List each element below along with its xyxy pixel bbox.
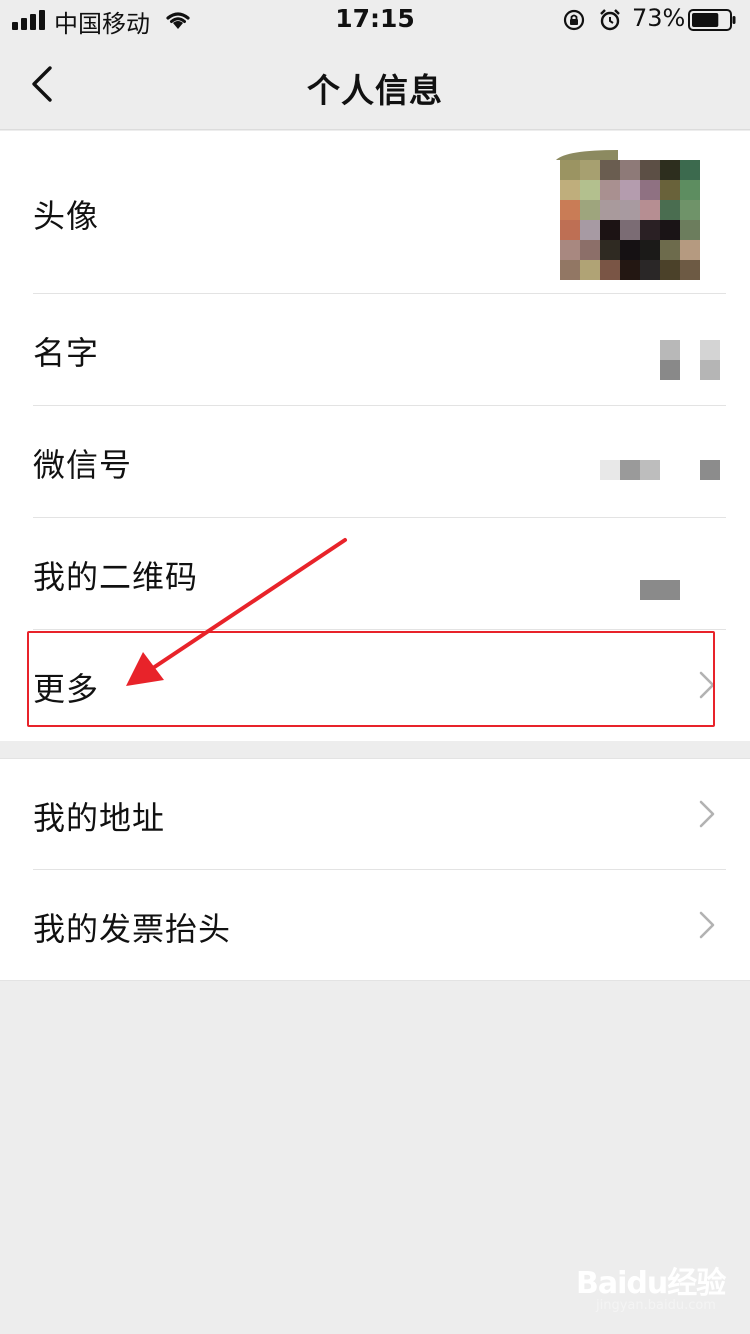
avatar-pixel: [680, 240, 700, 260]
list-item-label: 我的地址: [33, 799, 166, 837]
avatar-pixel: [560, 160, 580, 180]
avatar-pixel: [680, 160, 700, 180]
avatar-pixel: [680, 180, 700, 200]
list-item-label: 我的二维码: [33, 558, 199, 596]
battery-icon: [688, 9, 736, 31]
alarm-icon: [600, 9, 620, 31]
avatar-pixel: [580, 260, 600, 280]
avatar-pixel: [680, 260, 700, 280]
avatar-pixel: [660, 200, 680, 220]
avatar-pixel: [620, 160, 640, 180]
avatar-pixel: [680, 220, 700, 240]
list-item-invoice-title[interactable]: 我的发票抬头: [0, 870, 750, 981]
avatar-pixel: [640, 160, 660, 180]
list-item-label: 我的发票抬头: [33, 910, 232, 948]
list-item-qr-code[interactable]: 我的二维码: [0, 518, 750, 630]
avatar-pixel: [640, 240, 660, 260]
avatar-pixel: [680, 200, 700, 220]
redacted-qr-code-icon: [640, 580, 680, 600]
avatar-pixel: [560, 260, 580, 280]
avatar-pixel: [600, 180, 620, 200]
address-group: 我的地址 我的发票抬头: [0, 758, 750, 981]
avatar-pixel: [600, 200, 620, 220]
highlight-box: [27, 631, 715, 727]
avatar-pixel: [560, 240, 580, 260]
watermark-url: jingyan.baidu.com: [596, 1298, 716, 1313]
page-title: 个人信息: [307, 71, 443, 110]
avatar-pixel: [620, 240, 640, 260]
avatar-pixel: [580, 180, 600, 200]
nav-bar: 个人信息: [0, 40, 750, 130]
avatar-pixel: [580, 200, 600, 220]
avatar-pixel: [560, 180, 580, 200]
list-item-label: 名字: [33, 334, 100, 372]
rotation-lock-icon: [563, 9, 585, 31]
status-bar: 中国移动 17:15 73%: [0, 0, 750, 40]
avatar-pixel: [660, 240, 680, 260]
avatar-pixel: [640, 180, 660, 200]
avatar-pixel: [660, 180, 680, 200]
chevron-right-icon: [699, 800, 715, 828]
avatar-pixel: [560, 200, 580, 220]
avatar-pixel: [620, 200, 640, 220]
avatar-pixel: [560, 220, 580, 240]
avatar-pixel: [660, 220, 680, 240]
avatar-pixel: [600, 240, 620, 260]
avatar-pixel: [580, 160, 600, 180]
list-item-label: 微信号: [33, 446, 133, 484]
avatar-pixel: [640, 200, 660, 220]
avatar-pixel: [640, 260, 660, 280]
watermark-brand: Baidu经验: [576, 1266, 726, 1301]
avatar-pixel: [580, 220, 600, 240]
avatar-pixel: [660, 260, 680, 280]
avatar-pixel: [660, 160, 680, 180]
baidu-watermark: Baidu经验 jingyan.baidu.com: [576, 1258, 736, 1318]
avatar[interactable]: [560, 160, 700, 280]
avatar-pixel: [600, 160, 620, 180]
avatar-pixel: [620, 220, 640, 240]
avatar-pixel: [600, 220, 620, 240]
list-item-name[interactable]: 名字: [0, 294, 750, 406]
avatar-pixel: [640, 220, 660, 240]
avatar-pixel: [620, 180, 640, 200]
chevron-right-icon: [699, 911, 715, 939]
list-item-address[interactable]: 我的地址: [0, 759, 750, 870]
avatar-corner: [556, 150, 618, 160]
avatar-pixel: [600, 260, 620, 280]
avatar-pixel: [620, 260, 640, 280]
avatar-pixel: [580, 240, 600, 260]
battery-percent: 73%: [632, 4, 686, 32]
list-item-label: 头像: [33, 197, 100, 235]
